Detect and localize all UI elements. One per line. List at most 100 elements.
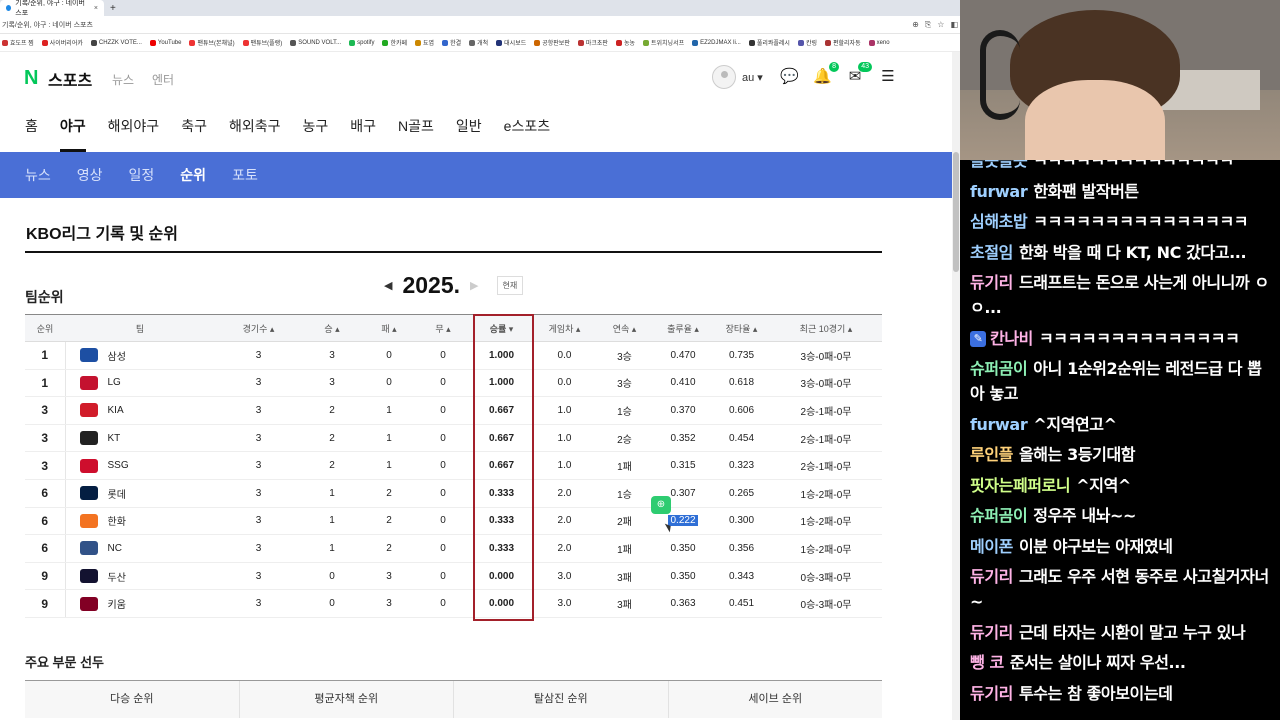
column-header[interactable]: 출루율 ▴ <box>653 314 713 342</box>
team-cell[interactable]: 키움 <box>65 589 216 618</box>
share-icon[interactable]: ⎘ <box>925 20 931 30</box>
bookmark-item[interactable]: 칸링 <box>797 38 817 47</box>
table-row[interactable]: 6 NC 3 1 2 0 0.333 2.0 1패 0.350 0.356 1승-2패-0무 <box>25 534 882 563</box>
extension-icon[interactable]: ◧ <box>950 20 958 30</box>
leader-tab[interactable]: 탈삼진 순위 <box>454 681 669 718</box>
sub-nav-item[interactable]: 영상 <box>77 165 103 185</box>
main-nav-item[interactable]: 축구 <box>181 100 207 152</box>
column-header[interactable]: 장타율 ▴ <box>713 314 770 342</box>
team-name[interactable]: LG <box>108 377 121 388</box>
main-nav-item[interactable]: e스포츠 <box>504 100 550 152</box>
team-cell[interactable]: NC <box>65 534 216 563</box>
team-cell[interactable]: 한화 <box>65 507 216 536</box>
bookmark-item[interactable]: 마크초판 <box>577 38 608 47</box>
team-cell[interactable]: 삼성 <box>65 341 216 370</box>
sub-nav-item[interactable]: 순위 <box>180 165 206 185</box>
zoom-icon[interactable]: ⊕ <box>912 20 919 30</box>
search-icon[interactable]: ⊕ <box>651 496 671 514</box>
mail-icon[interactable]: ✉ 43 <box>846 62 872 86</box>
entertainment-link[interactable]: 엔터 <box>152 71 174 88</box>
bookmark-item[interactable]: SOUND VOLT... <box>290 39 341 46</box>
main-nav-item[interactable]: 배구 <box>350 100 376 152</box>
table-row[interactable]: 6 한화 3 1 2 0 0.333 2.0 2패 0.222 0.300 1승-2패-0무 <box>25 507 882 536</box>
team-name[interactable]: SSG <box>108 460 129 471</box>
main-nav-item[interactable]: 홈 <box>25 100 38 152</box>
team-cell[interactable]: KIA <box>65 396 216 425</box>
team-cell[interactable]: 롯데 <box>65 479 216 508</box>
bookmark-item[interactable]: 사이버리어카 <box>41 38 83 47</box>
address-bar[interactable]: 기록/순위, 야구 : 네이버 스포츠 ⊕ ⎘ ☆ ◧ <box>0 16 960 34</box>
team-info[interactable]: 한화 <box>66 513 216 528</box>
bookmark-item[interactable]: EZ2DJMAX li... <box>692 39 741 46</box>
naver-logo[interactable]: N <box>24 67 38 90</box>
bookmark-item[interactable]: 한카페 <box>382 38 407 47</box>
next-year-icon[interactable]: ▶ <box>470 279 478 292</box>
main-nav-item[interactable]: 야구 <box>59 100 86 152</box>
team-cell[interactable]: SSG <box>65 451 216 480</box>
team-info[interactable]: NC <box>66 541 216 556</box>
team-name[interactable]: KT <box>108 433 121 444</box>
team-info[interactable]: 키움 <box>66 596 216 611</box>
table-row[interactable]: 9 두산 3 0 3 0 0.000 3.0 3패 0.350 0.343 0승-3패-0무 <box>25 562 882 591</box>
team-cell[interactable]: 두산 <box>65 562 216 591</box>
current-year-button[interactable]: 현재 <box>496 276 524 295</box>
main-nav-item[interactable]: 해외야구 <box>108 100 160 152</box>
column-header[interactable]: 경기수 ▴ <box>215 314 302 342</box>
chat-icon[interactable]: 💬 <box>780 68 799 86</box>
team-name[interactable]: 두산 <box>108 569 126 584</box>
bookmark-item[interactable]: 공항판보판 <box>534 38 570 47</box>
sub-nav-item[interactable]: 포토 <box>232 165 258 185</box>
team-name[interactable]: 롯데 <box>108 486 126 501</box>
news-link[interactable]: 뉴스 <box>112 71 134 88</box>
prev-year-icon[interactable]: ◀ <box>384 279 392 292</box>
column-header[interactable]: 게임차 ▴ <box>533 314 596 342</box>
table-row[interactable]: 3 SSG 3 2 1 0 0.667 1.0 1패 0.315 0.323 2승-1패-0무 <box>25 451 882 480</box>
bookmark-item[interactable]: 됴엽 <box>415 38 434 47</box>
table-row[interactable]: 6 롯데 3 1 2 0 0.333 2.0 1승 0.307 0.265 1승-2패-0무 <box>25 479 882 508</box>
table-row[interactable]: 1 삼성 3 3 0 0 1.000 0.0 3승 0.470 0.735 3승-0패-0무 <box>25 341 882 370</box>
leader-tab[interactable]: 세이브 순위 <box>669 681 883 718</box>
team-info[interactable]: 삼성 <box>66 348 216 363</box>
sports-logo[interactable]: 스포츠 <box>48 67 92 91</box>
team-info[interactable]: SSG <box>66 458 216 473</box>
team-name[interactable]: 키움 <box>108 596 126 611</box>
bookmark-item[interactable]: spotify <box>349 39 374 46</box>
bookmark-item[interactable]: 한결 <box>442 38 461 47</box>
column-header[interactable]: 연속 ▴ <box>596 314 653 342</box>
browser-tab[interactable]: 기록/순위, 야구 : 네이버 스포 × <box>0 0 104 17</box>
team-info[interactable]: LG <box>66 375 216 390</box>
bookmark-item[interactable]: CHZZK VOTE... <box>90 39 142 46</box>
main-nav-item[interactable]: 농구 <box>302 100 328 152</box>
team-name[interactable]: 삼성 <box>108 348 126 363</box>
menu-icon[interactable]: ☰ <box>879 68 897 86</box>
scrollbar-thumb[interactable] <box>953 152 959 272</box>
team-name[interactable]: NC <box>108 543 122 554</box>
user-menu[interactable]: au ▾ <box>712 65 763 89</box>
bell-icon[interactable]: 🔔 8 <box>813 62 839 86</box>
page-scrollbar[interactable] <box>952 52 960 720</box>
team-info[interactable]: 두산 <box>66 569 216 584</box>
bookmark-item[interactable]: 개척 <box>469 38 488 47</box>
main-nav-item[interactable]: 일반 <box>456 100 482 152</box>
table-row[interactable]: 1 LG 3 3 0 0 1.000 0.0 3승 0.410 0.618 3승-0패-0무 <box>25 369 882 398</box>
table-row[interactable]: 9 키움 3 0 3 0 0.000 3.0 3패 0.363 0.451 0승-3패-0무 <box>25 589 882 618</box>
bookmark-item[interactable]: 팬튜브(플랭) <box>242 38 282 47</box>
team-info[interactable]: KIA <box>66 403 216 418</box>
bookmark-item[interactable]: 편할리자동 <box>824 38 861 47</box>
column-header[interactable]: 승 ▴ <box>302 314 362 342</box>
team-info[interactable]: KT <box>66 431 216 446</box>
main-nav-item[interactable]: N골프 <box>398 100 434 152</box>
bookmark-item[interactable]: YouTube <box>149 39 181 46</box>
team-info[interactable]: 롯데 <box>66 486 216 501</box>
column-header[interactable]: 승률 ▾ <box>470 314 533 342</box>
bookmark-item[interactable]: 대시보드 <box>496 38 526 47</box>
leader-tab[interactable]: 다승 순위 <box>25 681 240 718</box>
star-icon[interactable]: ☆ <box>937 20 944 30</box>
team-cell[interactable]: KT <box>65 424 216 453</box>
table-row[interactable]: 3 KIA 3 2 1 0 0.667 1.0 1승 0.370 0.606 2승-1패-0무 <box>25 396 882 425</box>
main-nav-item[interactable]: 해외축구 <box>229 100 281 152</box>
leader-tab[interactable]: 평균자책 순위 <box>240 681 454 718</box>
bookmark-item[interactable]: 트위치닝서프 <box>643 38 684 47</box>
new-tab-button[interactable]: + <box>110 3 116 14</box>
bookmark-item[interactable]: 팬튜브(본채널) <box>189 38 235 47</box>
